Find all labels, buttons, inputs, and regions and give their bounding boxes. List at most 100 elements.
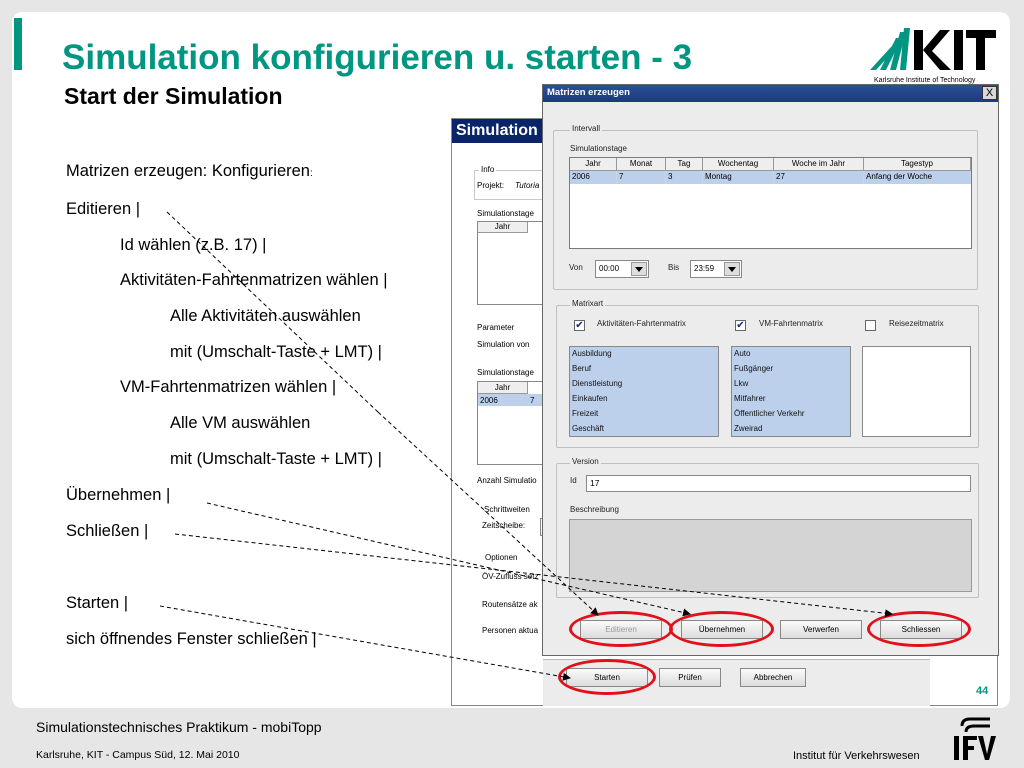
id-field[interactable]: 17 [586, 475, 971, 492]
bg-projekt-label: Projekt: [477, 181, 505, 190]
simtage-label: Simulationstage [570, 144, 627, 153]
id-label: Id [570, 476, 577, 485]
step-aktivitaeten-waehlen: Aktivitäten-Fahrtenmatrizen wählen | [120, 271, 388, 289]
checkbox-reisezeit[interactable] [865, 320, 876, 331]
list-item[interactable]: Dienstleistung [570, 377, 718, 392]
step-alle-vm: Alle VM auswählen [170, 414, 311, 432]
step-schliessen: Schließen | [66, 522, 149, 540]
bis-value: 23:59 [694, 264, 715, 273]
step-matrizen-konfigurieren: Matrizen erzeugen: Konfigurieren: [66, 162, 313, 180]
aktivitaeten-list[interactable]: Ausbildung Beruf Dienstleistung Einkaufe… [569, 346, 719, 437]
step-umschalt-1: mit (Umschalt-Taste + LMT) | [170, 343, 382, 361]
simulation-window-title: Simulation [452, 119, 547, 143]
list-item[interactable]: Mitfahrer [732, 392, 850, 407]
cell-woche: 27 [774, 171, 864, 184]
page-number: 44 [976, 685, 989, 697]
col-tagestyp[interactable]: Tagestyp [864, 158, 971, 171]
bg-simtage-table[interactable]: Jahr [477, 221, 543, 305]
footer-date: Karlsruhe, KIT - Campus Süd, 12. Mai 201… [36, 749, 240, 761]
slide-title: Simulation konfigurieren u. starten - 3 [62, 38, 693, 77]
slide-subtitle: Start der Simulation [64, 83, 283, 109]
von-value: 00:00 [599, 264, 620, 273]
ifv-logo [954, 717, 996, 760]
cell-wochentag: Montag [703, 171, 774, 184]
dialog-title: Matrizen erzeugen [543, 85, 998, 102]
reisezeit-list[interactable] [862, 346, 971, 437]
col-monat[interactable]: Monat [617, 158, 666, 171]
bg-optionen: Optionen [485, 553, 518, 562]
chevron-down-icon[interactable] [631, 262, 647, 276]
check-vm-label: VM-Fahrtenmatrix [759, 319, 824, 328]
bg-simtage-label: Simulationstage [477, 209, 534, 218]
col-tag[interactable]: Tag [666, 158, 703, 171]
list-item[interactable]: Freizeit [570, 407, 718, 422]
list-item[interactable]: Fußgänger [732, 362, 850, 377]
beschreibung-field[interactable] [569, 519, 972, 592]
footer-institute: Institut für Verkehrswesen [793, 750, 920, 762]
matrixart-label: Matrixart [570, 299, 606, 308]
list-item[interactable]: Auto [732, 347, 850, 362]
discard-button[interactable]: Verwerfen [780, 620, 862, 639]
highlight-start [558, 659, 656, 695]
bg-zeitscheibe: Zeitscheibe: [482, 521, 526, 530]
vm-list[interactable]: Auto Fußgänger Lkw Mitfahrer Öffentliche… [731, 346, 851, 437]
step-umschalt-2: mit (Umschalt-Taste + LMT) | [170, 450, 382, 468]
list-item[interactable]: Geschäft [570, 422, 718, 437]
beschreibung-label: Beschreibung [570, 505, 619, 514]
col-woche-im-jahr[interactable]: Woche im Jahr [774, 158, 864, 171]
list-item[interactable]: Zweirad [732, 422, 850, 437]
checkbox-aktivitaeten[interactable]: ✔ [574, 320, 585, 331]
close-icon[interactable]: X [982, 86, 997, 100]
checkbox-vm[interactable]: ✔ [735, 320, 746, 331]
bg-col-jahr2: Jahr [478, 382, 528, 394]
check-button[interactable]: Prüfen [659, 668, 721, 687]
simtage-table[interactable]: Jahr Monat Tag Wochentag Woche im Jahr T… [569, 157, 972, 249]
bis-select[interactable]: 23:59 [690, 260, 742, 278]
bg-anzahl: Anzahl Simulatio [477, 476, 537, 485]
version-label: Version [570, 457, 601, 466]
cell-monat: 7 [617, 171, 666, 184]
list-item[interactable]: Einkaufen [570, 392, 718, 407]
step-alle-aktivitaeten: Alle Aktivitäten auswählen [170, 307, 361, 325]
bg-simtage2-table[interactable]: Jahr 2006 7 [477, 381, 544, 465]
intervall-label: Intervall [570, 124, 603, 133]
highlight-close [867, 611, 971, 647]
bg-simtage2-label: Simulationstage [477, 368, 534, 377]
check-reisezeit-label: Reisezeitmatrix [889, 319, 944, 328]
step-id-waehlen: Id wählen (z.B. 17) | [120, 236, 267, 254]
bg-oev: ÖV-Zufluss setz [482, 572, 539, 581]
col-jahr[interactable]: Jahr [570, 158, 617, 171]
list-item[interactable]: Beruf [570, 362, 718, 377]
list-item[interactable]: Ausbildung [570, 347, 718, 362]
highlight-apply [669, 611, 774, 647]
cell-tagestyp: Anfang der Woche [864, 171, 971, 184]
step-fenster-schliessen: sich öffnendes Fenster schließen | [66, 630, 317, 648]
bg-projekt-value: Tutoria [515, 181, 540, 190]
bg-sim-von: Simulation von [477, 340, 530, 349]
col-wochentag[interactable]: Wochentag [703, 158, 774, 171]
cell-jahr: 2006 [570, 171, 617, 184]
bg-col-jahr: Jahr [478, 222, 528, 233]
von-select[interactable]: 00:00 [595, 260, 649, 278]
bg-row-year: 2006 [480, 396, 498, 405]
highlight-edit [569, 611, 673, 647]
bg-schrittweiten: Schrittweiten [484, 505, 530, 514]
von-label: Von [569, 263, 583, 272]
bg-info-label: Info [479, 165, 497, 174]
cancel-button[interactable]: Abbrechen [740, 668, 806, 687]
step-editieren: Editieren | [66, 200, 140, 218]
list-item[interactable]: Lkw [732, 377, 850, 392]
step-vm-waehlen: VM-Fahrtenmatrizen wählen | [120, 378, 337, 396]
check-aktivitaeten-label: Aktivitäten-Fahrtenmatrix [597, 319, 686, 328]
bg-parameter-label: Parameter [477, 323, 515, 332]
bis-label: Bis [668, 263, 680, 272]
accent-bar [14, 18, 22, 70]
cell-tag: 3 [666, 171, 703, 184]
kit-logo-text: Karlsruhe Institute of Technology [874, 77, 976, 84]
chevron-down-icon[interactable] [724, 262, 740, 276]
list-item[interactable]: Öffentlicher Verkehr [732, 407, 850, 422]
bg-routen: Routensätze ak [482, 600, 538, 609]
footer-title: Simulationstechnisches Praktikum - mobiT… [36, 719, 322, 735]
bg-row-month: 7 [530, 396, 535, 405]
step-starten: Starten | [66, 594, 129, 612]
